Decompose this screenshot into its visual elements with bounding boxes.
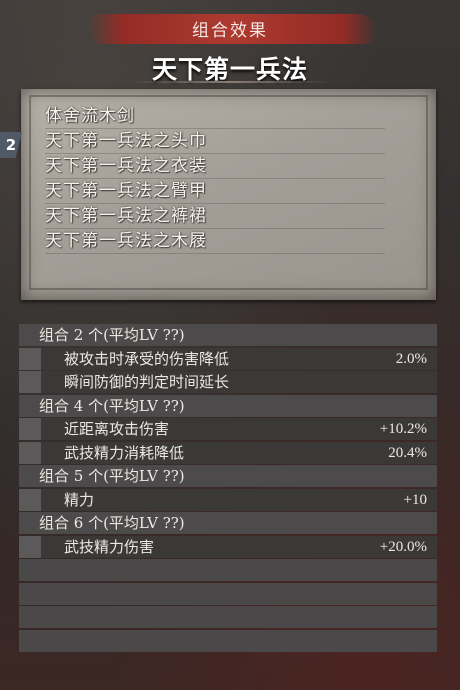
set-effects-list: 组合 2 个(平均LV ??) 被攻击时承受的伤害降低 2.0% 瞬间防御的判定时… [19, 324, 437, 653]
empty-row [19, 559, 437, 581]
effect-row: 武技精力伤害 +20.0% [19, 535, 437, 558]
equipment-item[interactable]: 天下第一兵法之衣装 [45, 154, 385, 179]
effect-row: 瞬间防御的判定时间延长 [19, 371, 437, 393]
effect-label: 武技精力伤害 [64, 537, 155, 556]
empty-row [19, 606, 437, 628]
effect-row: 被攻击时承受的伤害降低 2.0% [19, 347, 437, 370]
equipment-item[interactable]: 天下第一兵法之头巾 [45, 129, 385, 154]
effect-value: +10 [403, 491, 427, 508]
effect-label: 精力 [64, 490, 95, 509]
group-label: 组合 2 个(平均LV ??) [39, 326, 185, 344]
group-label: 组合 5 个(平均LV ??) [39, 467, 185, 485]
effect-label: 瞬间防御的判定时间延长 [64, 373, 230, 391]
divider [130, 81, 330, 83]
effect-value: 2.0% [395, 350, 427, 367]
set-group-row: 组合 4 个(平均LV ??) [19, 394, 437, 417]
set-group-row: 组合 2 个(平均LV ??) [19, 324, 437, 346]
group-label: 组合 6 个(平均LV ??) [39, 514, 185, 532]
effect-row: 武技精力消耗降低 20.4% [19, 441, 437, 464]
panel-header-title: 组合效果 [192, 21, 268, 41]
set-group-row: 组合 5 个(平均LV ??) [19, 465, 437, 487]
effect-row: 精力 +10 [19, 488, 437, 511]
group-label: 组合 4 个(平均LV ??) [39, 396, 185, 415]
empty-row [19, 582, 437, 605]
equipment-item[interactable]: 天下第一兵法之木屐 [45, 229, 385, 254]
equipment-item[interactable]: 天下第一兵法之裤裙 [45, 204, 385, 229]
effect-value: +10.2% [379, 421, 427, 437]
effect-label: 近距离攻击伤害 [64, 420, 170, 438]
equipment-item[interactable]: 天下第一兵法之臂甲 [45, 179, 385, 204]
effect-value: +20.0% [379, 538, 427, 555]
effect-label: 被攻击时承受的伤害降低 [64, 349, 230, 368]
effect-label: 武技精力消耗降低 [64, 443, 185, 462]
effect-row: 近距离攻击伤害 +10.2% [19, 418, 437, 440]
equipment-item[interactable]: 体舍流木剑 [45, 104, 385, 129]
set-group-row: 组合 6 个(平均LV ??) [19, 512, 437, 534]
empty-row [19, 629, 437, 652]
effect-value: 20.4% [388, 444, 427, 461]
